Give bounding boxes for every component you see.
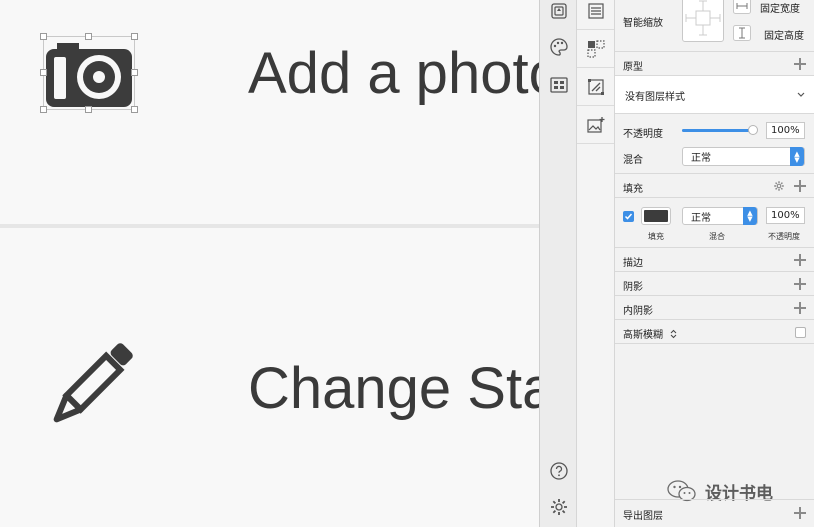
opacity-input[interactable]: 100% — [766, 122, 805, 139]
fill-blend-stepper[interactable]: ▲ ▼ — [743, 207, 757, 225]
row-divider — [0, 224, 539, 228]
layout-icon — [549, 77, 568, 93]
camera-layer-selection[interactable] — [40, 33, 138, 113]
fill-color-chip — [644, 210, 668, 222]
prototype-section-header: 原型 — [615, 52, 814, 76]
blur-section-header: 高斯模糊 — [615, 320, 814, 344]
fill-add-icon[interactable] — [794, 180, 806, 192]
opacity-slider-fill — [682, 129, 754, 132]
resize-handle[interactable] — [40, 106, 47, 113]
fix-width-label: 固定宽度 — [760, 4, 800, 15]
add-photo-text-layer[interactable]: Add a photo — [248, 40, 539, 107]
chevron-down-icon — [797, 92, 805, 97]
shadow-add-icon[interactable] — [794, 278, 806, 290]
opacity-slider[interactable] — [682, 125, 758, 135]
change-status-text-layer[interactable]: Change Sta — [248, 355, 539, 422]
transform-tool[interactable] — [577, 68, 614, 106]
align-icon — [587, 2, 604, 19]
border-label: 描边 — [623, 258, 643, 269]
opacity-slider-knob[interactable] — [748, 125, 758, 135]
transform-icon — [587, 78, 604, 95]
fill-label: 填充 — [623, 184, 643, 195]
grid-icon — [586, 39, 605, 58]
blend-label: 混合 — [623, 155, 643, 166]
blur-type-select[interactable]: 高斯模糊 — [623, 326, 677, 341]
border-add-icon[interactable] — [794, 254, 806, 266]
shadow-label: 阴影 — [623, 282, 643, 293]
resize-handle[interactable] — [131, 33, 138, 40]
prototype-add-icon[interactable] — [794, 58, 806, 70]
palette-icon — [549, 38, 568, 56]
opacity-label: 不透明度 — [623, 129, 663, 140]
blend-caption: 混合 — [709, 232, 725, 241]
selection-frame — [43, 36, 135, 110]
blur-enabled-checkbox[interactable] — [795, 327, 806, 338]
resizing-section: 智能缩放 固定宽度 固定高度 — [615, 0, 814, 52]
resize-handle[interactable] — [131, 69, 138, 76]
inner-shadow-label: 内阴影 — [623, 306, 653, 317]
fill-section-header: 填充 — [615, 174, 814, 198]
export-section-header: 导出图层 — [615, 499, 814, 527]
fill-enabled-checkbox[interactable] — [623, 211, 634, 222]
export-label: 导出图层 — [623, 511, 663, 522]
opacity-caption: 不透明度 — [768, 232, 800, 241]
resize-handle[interactable] — [40, 69, 47, 76]
image-tool[interactable] — [577, 106, 614, 144]
layer-style-dropdown[interactable]: 没有图层样式 — [615, 76, 814, 114]
gear-icon — [550, 499, 567, 515]
fill-options-gear-icon[interactable] — [773, 180, 785, 192]
fix-height-label: 固定高度 — [764, 31, 804, 42]
resizing-constraints-icon — [685, 0, 721, 36]
resizing-label: 智能缩放 — [623, 18, 663, 29]
fill-row: 正常 ▲ ▼ 100% 填充 混合 不透明度 — [615, 198, 814, 248]
help-icon — [549, 462, 568, 480]
fix-width-icon[interactable] — [733, 0, 751, 14]
resize-handle[interactable] — [40, 33, 47, 40]
resize-handle[interactable] — [131, 106, 138, 113]
fill-opacity-input[interactable]: 100% — [766, 207, 805, 224]
checkmark-icon — [624, 213, 633, 220]
fill-blend-value: 正常 — [691, 212, 711, 224]
symbol-tool[interactable] — [540, 0, 577, 30]
up-down-chevron-icon — [670, 329, 677, 339]
fill-color-swatch[interactable] — [641, 207, 671, 225]
help-button[interactable] — [540, 452, 577, 490]
blur-label: 高斯模糊 — [623, 330, 663, 341]
inner-shadow-section-header: 内阴影 — [615, 296, 814, 320]
blend-select-value: 正常 — [691, 153, 711, 164]
opacity-blend-section: 不透明度 100% 混合 正常 ▲ ▼ — [615, 114, 814, 174]
shadow-section-header: 阴影 — [615, 272, 814, 296]
image-icon — [586, 116, 604, 133]
layout-tool[interactable] — [540, 66, 577, 104]
layer-style-value: 没有图层样式 — [625, 92, 685, 103]
resize-handle[interactable] — [85, 33, 92, 40]
right-tool-strip — [577, 0, 615, 527]
blend-stepper[interactable]: ▲ ▼ — [790, 147, 804, 166]
resizing-widget[interactable] — [682, 0, 724, 42]
export-add-icon[interactable] — [794, 507, 806, 519]
symbol-icon — [550, 3, 567, 19]
pencil-icon[interactable] — [46, 338, 138, 430]
design-canvas[interactable]: Add a photo Change Sta — [0, 0, 539, 527]
border-section-header: 描边 — [615, 248, 814, 272]
palette-tool[interactable] — [540, 28, 577, 66]
prototype-label: 原型 — [623, 62, 643, 73]
blend-select[interactable]: 正常 ▲ ▼ — [682, 147, 805, 166]
grid-tool[interactable] — [577, 30, 614, 68]
settings-button[interactable] — [540, 488, 577, 526]
resize-handle[interactable] — [85, 106, 92, 113]
inspector-panel: 智能缩放 固定宽度 固定高度 原型 没有图层样式 不透明度 100% 混合 正常 — [615, 0, 814, 527]
fix-height-icon[interactable] — [733, 25, 751, 41]
fill-caption: 填充 — [648, 232, 664, 241]
align-tool[interactable] — [577, 0, 614, 30]
fill-blend-select[interactable]: 正常 ▲ ▼ — [682, 207, 758, 225]
left-tool-strip — [539, 0, 577, 527]
inner-shadow-add-icon[interactable] — [794, 302, 806, 314]
